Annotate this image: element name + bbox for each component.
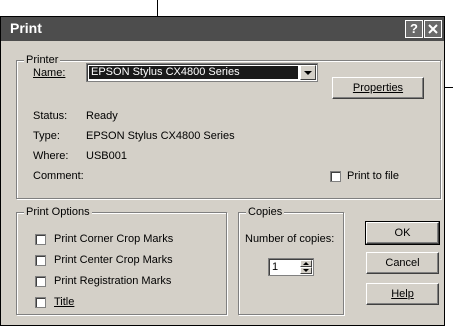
help-icon[interactable]: ? xyxy=(405,20,423,38)
ok-button-label: OK xyxy=(394,227,411,239)
copies-spinner[interactable]: 1 xyxy=(268,258,314,276)
registration-marks-label[interactable]: Print Registration Marks xyxy=(54,275,171,287)
status-value: Ready xyxy=(86,110,118,122)
spin-down-icon[interactable] xyxy=(300,267,312,274)
ok-button[interactable]: OK xyxy=(365,221,440,245)
copies-group-label: Copies xyxy=(246,206,285,218)
properties-button-label: Properties xyxy=(352,82,404,94)
corner-crop-checkbox[interactable] xyxy=(35,234,46,245)
print-to-file-checkbox[interactable] xyxy=(330,171,341,182)
chevron-down-icon[interactable] xyxy=(300,65,316,80)
print-to-file-label[interactable]: Print to file xyxy=(347,170,399,182)
number-of-copies-label: Number of copies: xyxy=(245,233,335,245)
where-value: USB001 xyxy=(86,150,127,162)
help-button-label: Help xyxy=(391,288,414,300)
spin-up-icon[interactable] xyxy=(300,260,312,267)
help-button[interactable]: Help xyxy=(366,283,439,305)
printer-group-label: Printer xyxy=(24,54,61,66)
corner-crop-label[interactable]: Print Corner Crop Marks xyxy=(54,233,173,245)
properties-button[interactable]: Properties xyxy=(332,77,424,99)
printer-name-select[interactable]: EPSON Stylus CX4800 Series xyxy=(86,63,318,82)
printer-name-value: EPSON Stylus CX4800 Series xyxy=(89,66,298,79)
registration-marks-checkbox[interactable] xyxy=(35,276,46,287)
name-label: Name: xyxy=(33,67,66,79)
copies-value[interactable]: 1 xyxy=(272,261,278,273)
type-value: EPSON Stylus CX4800 Series xyxy=(86,130,235,142)
where-label: Where: xyxy=(33,150,69,162)
center-crop-label[interactable]: Print Center Crop Marks xyxy=(54,254,173,266)
center-crop-checkbox[interactable] xyxy=(35,255,46,266)
title-checkbox[interactable] xyxy=(35,297,46,308)
close-icon[interactable] xyxy=(424,20,442,38)
title-bar[interactable]: Print ? xyxy=(1,17,444,41)
title-label[interactable]: Title xyxy=(54,296,74,308)
status-label: Status: xyxy=(33,110,68,122)
cancel-button[interactable]: Cancel xyxy=(366,252,439,274)
comment-label: Comment: xyxy=(33,170,84,182)
dialog-title: Print xyxy=(10,20,42,36)
print-options-group-label: Print Options xyxy=(24,206,92,218)
type-label: Type: xyxy=(33,130,60,142)
cancel-button-label: Cancel xyxy=(385,257,420,269)
